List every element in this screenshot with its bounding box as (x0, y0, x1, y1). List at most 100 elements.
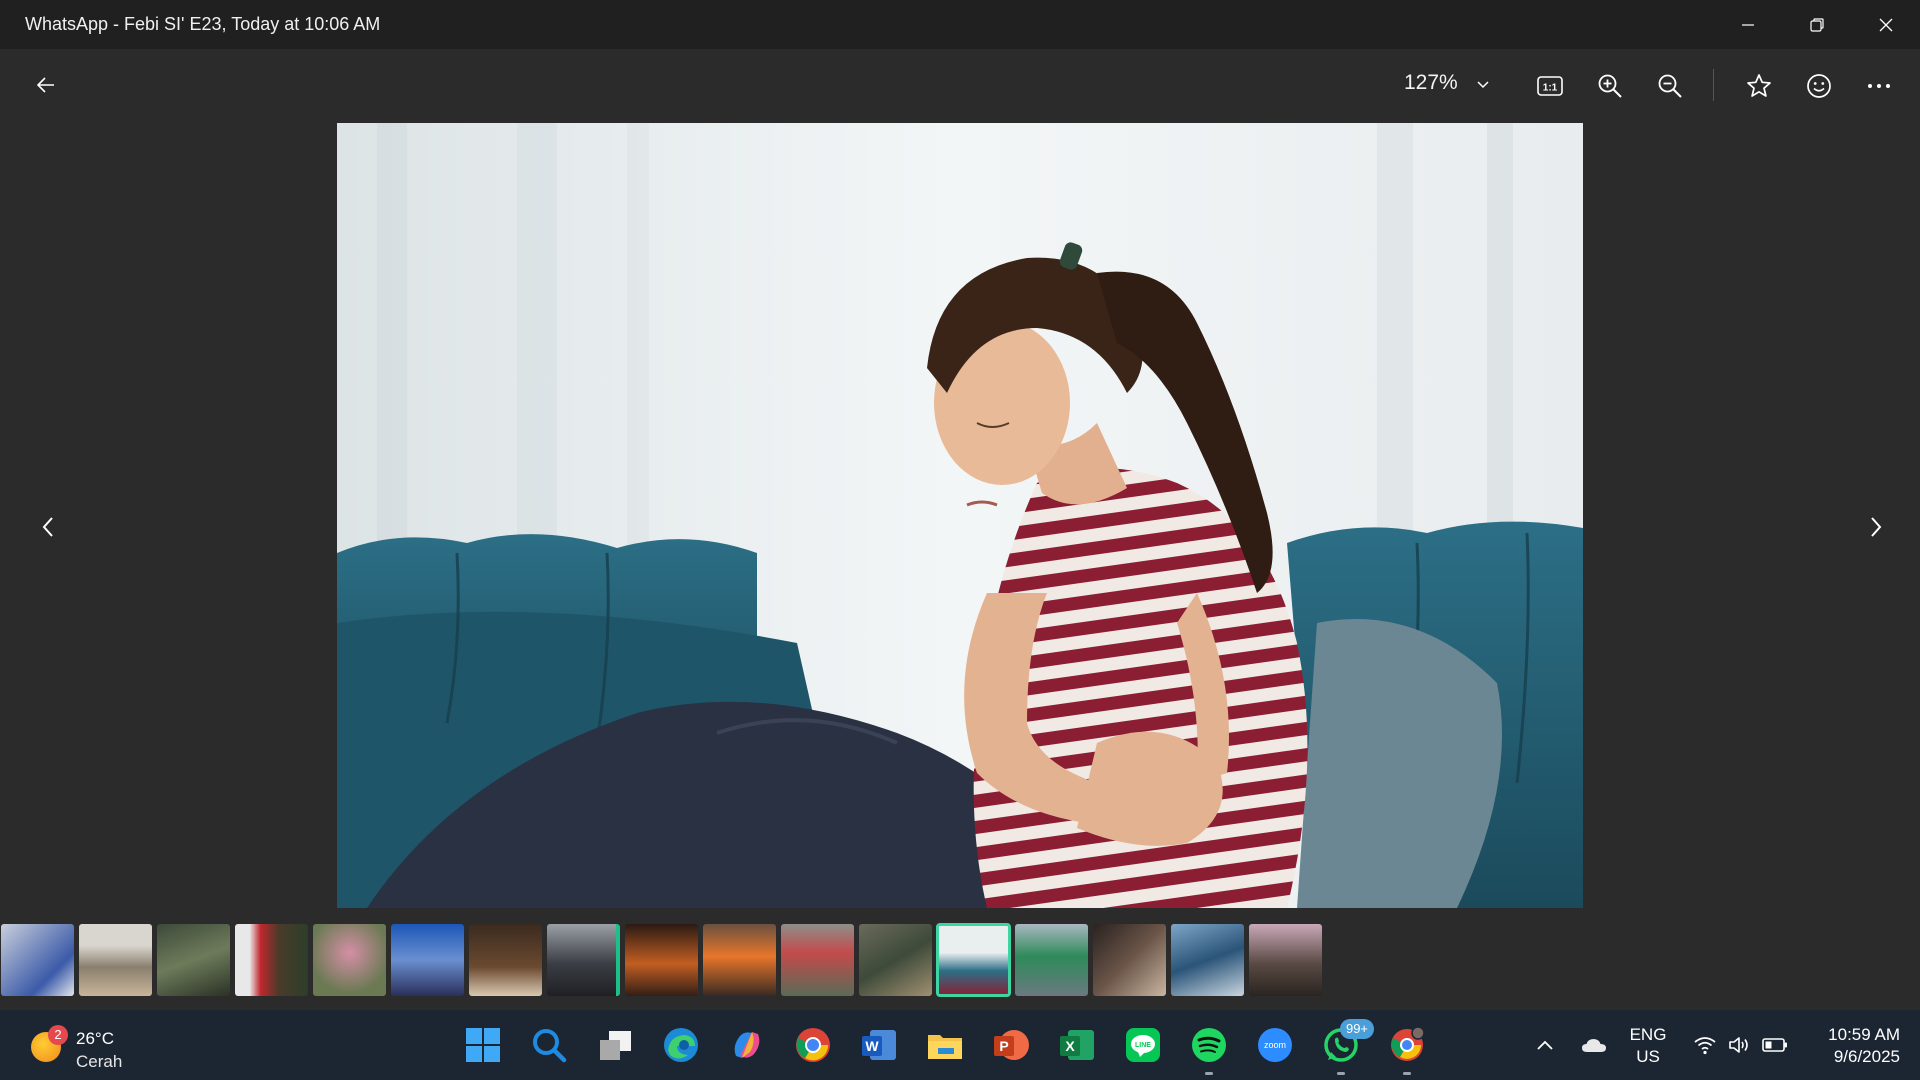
more-options-button[interactable] (1860, 67, 1898, 105)
weather-temperature: 26°C (76, 1029, 114, 1048)
line-icon: LINE (1126, 1028, 1160, 1062)
clock-time: 10:59 AM (1828, 1025, 1900, 1044)
window-title: WhatsApp - Febi SI' E23, Today at 10:06 … (25, 14, 381, 34)
word-app[interactable]: W (846, 1010, 912, 1080)
powerpoint-icon: P (994, 1030, 1029, 1060)
thumbnail[interactable] (157, 924, 230, 996)
excel-app[interactable]: X (1044, 1010, 1110, 1080)
zoom-app[interactable]: zoom (1242, 1010, 1308, 1080)
toolbar-separator (1713, 69, 1714, 101)
line-app[interactable]: LINE (1110, 1010, 1176, 1080)
weather-badge: 2 (48, 1025, 68, 1045)
zoom-in-button[interactable] (1591, 67, 1629, 105)
edge-icon (664, 1028, 698, 1062)
thumbnail[interactable] (1093, 924, 1166, 996)
show-hidden-icons-button[interactable] (1530, 1010, 1560, 1080)
chrome-app[interactable] (780, 1010, 846, 1080)
wifi-button[interactable] (1690, 1010, 1720, 1080)
cloud-icon (1582, 1039, 1606, 1052)
close-button[interactable] (1851, 0, 1920, 49)
powerpoint-app[interactable]: P (978, 1010, 1044, 1080)
close-icon (1879, 18, 1892, 31)
clock-date: 9/6/2025 (1833, 1047, 1900, 1066)
smiley-icon (1807, 74, 1831, 98)
thumbnail[interactable] (625, 924, 698, 996)
thumbnail[interactable] (235, 924, 308, 996)
zoom-in-icon (1598, 74, 1622, 98)
svg-text:P: P (999, 1038, 1008, 1054)
taskbar: 2 26°C Cerah W P X LINE zoom 99+ ENG US … (0, 1010, 1920, 1080)
more-icon (1868, 84, 1890, 88)
minimize-icon (1741, 23, 1754, 26)
thumbnail[interactable] (1, 924, 74, 996)
onedrive-button[interactable] (1576, 1010, 1612, 1080)
thumbnail[interactable] (781, 924, 854, 996)
copilot-icon (734, 1032, 760, 1058)
thumbnail-active[interactable] (936, 923, 1011, 997)
word-icon: W (862, 1030, 896, 1060)
zoom-dropdown[interactable] (1470, 71, 1496, 97)
actual-size-label: 1:1 (1543, 83, 1558, 94)
zoom-app-label: zoom (1264, 1040, 1286, 1050)
minimize-button[interactable] (1713, 0, 1782, 49)
zoom-icon: zoom (1258, 1028, 1292, 1062)
weather-widget[interactable]: 2 26°C Cerah (28, 1022, 138, 1071)
file-explorer-app[interactable] (912, 1010, 978, 1080)
language-indicator[interactable]: ENG US (1624, 1024, 1672, 1068)
language-line2: US (1636, 1047, 1660, 1066)
thumbnail[interactable] (391, 924, 464, 996)
zoom-level[interactable]: 127% (1404, 71, 1458, 95)
running-indicator (1337, 1072, 1345, 1075)
back-button[interactable] (28, 67, 64, 103)
svg-text:X: X (1065, 1038, 1075, 1054)
weather-condition: Cerah (76, 1052, 123, 1071)
whatsapp-badge: 99+ (1340, 1019, 1374, 1039)
actual-size-icon: 1:1 (1537, 76, 1563, 96)
window-controls (1713, 0, 1920, 49)
battery-button[interactable] (1760, 1010, 1790, 1080)
chevron-left-icon (42, 517, 53, 537)
main-photo[interactable] (337, 123, 1583, 908)
thumbnail[interactable] (313, 924, 386, 996)
thumbnail[interactable] (1171, 924, 1244, 996)
search-icon (533, 1029, 567, 1063)
reactions-button[interactable] (1800, 67, 1838, 105)
thumbnail[interactable] (1015, 924, 1088, 996)
thumbnail[interactable] (859, 924, 932, 996)
clock[interactable]: 10:59 AM 9/6/2025 (1800, 1024, 1900, 1068)
copilot-app[interactable] (714, 1010, 780, 1080)
language-line1: ENG (1629, 1025, 1667, 1044)
chevron-up-icon (1537, 1040, 1553, 1050)
chevron-right-icon (1871, 517, 1882, 537)
thumbnail[interactable] (547, 924, 620, 996)
next-image-button[interactable] (1858, 503, 1894, 551)
task-view-button[interactable] (582, 1010, 648, 1080)
restore-icon (1809, 17, 1824, 32)
edge-app[interactable] (648, 1010, 714, 1080)
photo-illustration (337, 123, 1583, 908)
whatsapp-app[interactable]: 99+ (1308, 1010, 1374, 1080)
svg-text:W: W (865, 1038, 879, 1054)
thumbnail[interactable] (1249, 924, 1322, 996)
spotify-app[interactable] (1176, 1010, 1242, 1080)
running-indicator (1205, 1072, 1213, 1075)
start-button[interactable] (450, 1010, 516, 1080)
back-arrow-icon (36, 77, 54, 93)
restore-button[interactable] (1782, 0, 1851, 49)
volume-button[interactable] (1725, 1010, 1755, 1080)
thumbnail[interactable] (79, 924, 152, 996)
taskbar-apps: W P X LINE zoom 99+ (450, 1010, 1440, 1080)
thumbnail[interactable] (469, 924, 542, 996)
task-view-icon (600, 1031, 631, 1060)
zoom-out-button[interactable] (1651, 67, 1689, 105)
previous-image-button[interactable] (30, 503, 66, 551)
search-button[interactable] (516, 1010, 582, 1080)
favorite-button[interactable] (1740, 67, 1778, 105)
title-bar: WhatsApp - Febi SI' E23, Today at 10:06 … (0, 0, 1920, 49)
chevron-down-icon (1477, 81, 1489, 89)
battery-icon (1762, 1038, 1787, 1052)
excel-icon: X (1060, 1030, 1094, 1060)
actual-size-button[interactable]: 1:1 (1531, 67, 1569, 105)
thumbnail[interactable] (703, 924, 776, 996)
chrome-profile-app[interactable] (1374, 1010, 1440, 1080)
